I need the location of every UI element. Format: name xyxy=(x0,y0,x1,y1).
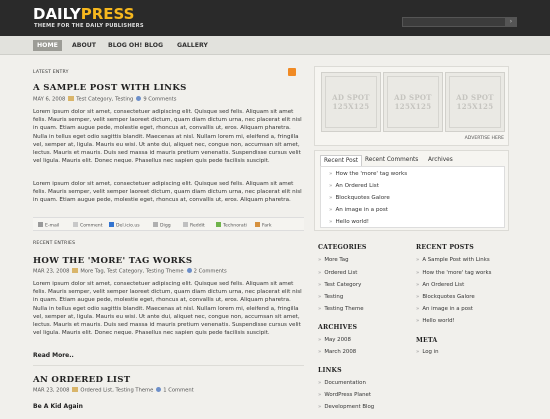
post-meta: MAR 23, 2008 More Tag, Test Category, Tes… xyxy=(33,268,227,275)
category-link[interactable]: Ordered List xyxy=(318,270,357,276)
recent-post-link[interactable]: An image in a post xyxy=(416,306,473,312)
post-categories[interactable]: Ordered List, Testing Theme xyxy=(80,388,153,394)
share-digg[interactable]: Digg xyxy=(153,222,171,229)
recent-post-link[interactable]: A Sample Post with Links xyxy=(416,257,489,263)
site-tagline: THEME FOR THE DAILY PUBLISHERS xyxy=(34,23,144,29)
rss-icon[interactable] xyxy=(288,68,296,76)
nav-home[interactable]: HOME xyxy=(33,40,62,51)
category-link[interactable]: More Tag xyxy=(318,257,348,263)
tab-link[interactable]: Hello world! xyxy=(329,219,369,225)
main-nav: HOME ABOUT BLOG OH! BLOG GALLERY xyxy=(0,36,550,55)
archive-link[interactable]: May 2008 xyxy=(318,337,351,343)
post-title[interactable]: AN ORDERED LIST xyxy=(33,375,130,385)
post-categories[interactable]: More Tag, Test Category, Testing Theme xyxy=(80,269,183,275)
tab-link[interactable]: How the 'more' tag works xyxy=(329,171,407,177)
share-email[interactable]: E-mail xyxy=(38,222,59,229)
blogroll-link[interactable]: WordPress Planet xyxy=(318,392,371,398)
tab-link[interactable]: An Ordered List xyxy=(329,183,378,189)
ad-spot-1[interactable]: AD SPOT 125X125 xyxy=(321,72,381,132)
tab-recent-post[interactable]: Recent Post xyxy=(320,155,363,166)
comment-icon xyxy=(156,387,162,392)
post-categories[interactable]: Test Category, Testing xyxy=(76,97,133,103)
tab-link[interactable]: Blockquotes Galore xyxy=(329,195,389,201)
post-comments[interactable]: 9 Comments xyxy=(143,97,176,103)
category-link[interactable]: Testing xyxy=(318,294,343,300)
ad-spot-2[interactable]: AD SPOT 125X125 xyxy=(383,72,443,132)
post-meta: MAR 23, 2008 Ordered List, Testing Theme 1… xyxy=(33,387,194,394)
archive-link[interactable]: March 2008 xyxy=(318,349,356,355)
post-date: MAR 23, 2008 xyxy=(33,268,70,275)
recent-post-link[interactable]: Hello world! xyxy=(416,318,454,324)
tab-panel: How the 'more' tag works An Ordered List… xyxy=(320,166,505,228)
links-title: LINKS xyxy=(318,367,342,374)
post-date: MAR 23, 2008 xyxy=(33,387,70,394)
folder-icon xyxy=(68,96,75,101)
post-date: MAY 6, 2008 xyxy=(33,96,66,103)
share-comment[interactable]: Comment xyxy=(73,222,103,229)
tab-link[interactable]: An image in a post xyxy=(329,207,388,213)
blogroll-link[interactable]: Development Blog xyxy=(318,404,374,410)
site-header: DAILYPRESS THEME FOR THE DAILY PUBLISHER… xyxy=(0,0,550,36)
folder-icon xyxy=(72,268,79,273)
read-more-link[interactable]: Read More.. xyxy=(33,352,74,359)
share-delicious[interactable]: Del.icio.us xyxy=(109,222,140,229)
post-paragraph-2: Lorem ipsum dolor sit amet, consectetuer… xyxy=(33,181,302,204)
ad-box: AD SPOT 125X125 AD SPOT 125X125 AD SPOT 125… xyxy=(314,66,509,146)
folder-icon xyxy=(72,387,79,392)
post-comments[interactable]: 1 Comment xyxy=(163,388,193,394)
post-comments[interactable]: 2 Comments xyxy=(194,269,227,275)
recent-entries-label: RECENT ENTRIES xyxy=(33,241,76,246)
search-button[interactable]: › xyxy=(505,17,517,27)
post-meta: MAY 6, 2008 Test Category, Testing 9 Comme… xyxy=(33,96,176,103)
search-input[interactable] xyxy=(402,17,515,27)
archives-title: ARCHIVES xyxy=(318,324,358,331)
login-link[interactable]: Log in xyxy=(416,349,438,355)
post-title[interactable]: HOW THE 'MORE' TAG WORKS xyxy=(33,256,192,266)
comment-icon xyxy=(136,96,142,101)
category-link[interactable]: Testing Theme xyxy=(318,306,363,312)
digg-icon xyxy=(153,222,158,227)
recent-post-link[interactable]: Blockquotes Galore xyxy=(416,294,474,300)
site-logo[interactable]: DAILYPRESS xyxy=(33,5,134,23)
email-icon xyxy=(38,222,43,227)
reddit-icon xyxy=(183,222,188,227)
latest-entry-label: LATEST ENTRY xyxy=(33,70,69,75)
post-paragraph-1: Lorem ipsum dolor sit amet, consectetuer… xyxy=(33,109,302,165)
meta-title: META xyxy=(416,337,438,344)
nav-blog[interactable]: BLOG OH! BLOG xyxy=(104,40,167,51)
tabs-widget: Recent Post Recent Comments Archives How… xyxy=(314,150,509,231)
recent-post-link[interactable]: How the 'more' tag works xyxy=(416,270,491,276)
technorati-icon xyxy=(216,222,221,227)
post-divider xyxy=(33,365,304,366)
post-subheading: Be A Kid Again xyxy=(33,403,83,410)
nav-gallery[interactable]: GALLERY xyxy=(173,40,212,51)
share-technorati[interactable]: Technorati xyxy=(216,222,247,229)
comment-icon xyxy=(73,222,78,227)
advertise-link[interactable]: ADVERTISE HERE xyxy=(465,136,504,141)
tab-recent-comments[interactable]: Recent Comments xyxy=(362,155,421,166)
ad-spot-3[interactable]: AD SPOT 125X125 xyxy=(445,72,505,132)
post-title[interactable]: A SAMPLE POST WITH LINKS xyxy=(33,83,187,93)
category-link[interactable]: Test Category xyxy=(318,282,361,288)
nav-about[interactable]: ABOUT xyxy=(68,40,100,51)
share-bar: E-mail Comment Del.icio.us Digg Reddit T… xyxy=(33,217,304,231)
delicious-icon xyxy=(109,222,114,227)
share-reddit[interactable]: Reddit xyxy=(183,222,205,229)
tab-archives[interactable]: Archives xyxy=(425,155,456,166)
search-icon: › xyxy=(509,18,513,25)
logo-part-2: PRESS xyxy=(80,5,135,23)
post-paragraph: Lorem ipsum dolor sit amet, consectetuer… xyxy=(33,281,302,337)
recent-posts-title: RECENT POSTS xyxy=(416,244,474,251)
categories-title: CATEGORIES xyxy=(318,244,367,251)
fark-icon xyxy=(255,222,260,227)
blogroll-link[interactable]: Documentation xyxy=(318,380,366,386)
recent-post-link[interactable]: An Ordered List xyxy=(416,282,464,288)
share-fark[interactable]: Fark xyxy=(255,222,272,229)
comment-icon xyxy=(186,268,192,273)
logo-part-1: DAILY xyxy=(33,5,81,23)
